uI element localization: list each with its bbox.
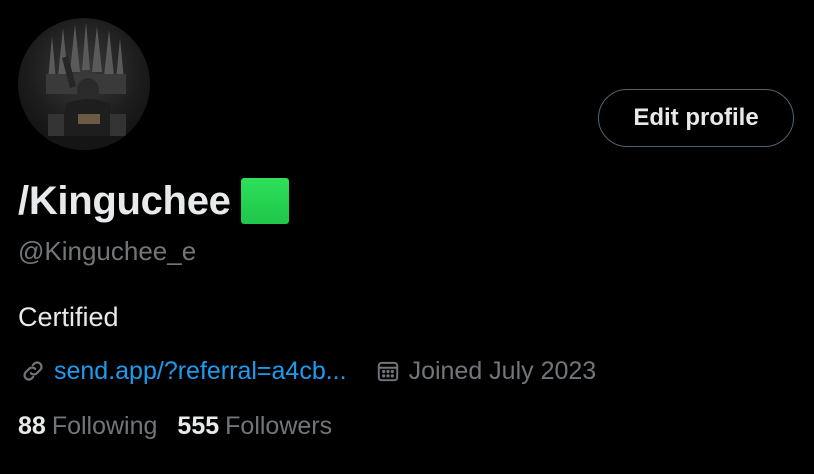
calendar-icon	[373, 356, 403, 386]
profile-website-link[interactable]: send.app/?referral=a4cb...	[54, 357, 347, 386]
joined-date: Joined July 2023	[373, 356, 597, 386]
avatar-image	[18, 22, 150, 150]
profile-bio: Certified	[18, 302, 119, 332]
followers-link[interactable]: 555 Followers	[177, 412, 332, 441]
following-label: Following	[51, 412, 158, 440]
followers-label: Followers	[225, 412, 333, 440]
follow-stats: 88 Following 555 Followers	[18, 412, 332, 441]
green-square-emoji-icon	[240, 178, 289, 224]
edit-profile-button[interactable]: Edit profile	[598, 89, 794, 147]
profile-meta: send.app/?referral=a4cb... Joined July 2…	[18, 352, 596, 390]
display-name: /Kinguchee	[18, 178, 231, 223]
profile-handle: @Kinguchee_e	[18, 236, 197, 266]
following-link[interactable]: 88 Following	[18, 412, 157, 441]
profile-header: Edit profile /Kinguchee @Kinguchee_e Cer…	[0, 0, 814, 474]
avatar[interactable]	[18, 18, 150, 150]
name-row: /Kinguchee	[18, 176, 289, 226]
following-count: 88	[18, 412, 46, 440]
joined-date-text: Joined July 2023	[408, 356, 597, 385]
followers-count: 555	[177, 412, 220, 440]
link-icon	[18, 356, 48, 386]
